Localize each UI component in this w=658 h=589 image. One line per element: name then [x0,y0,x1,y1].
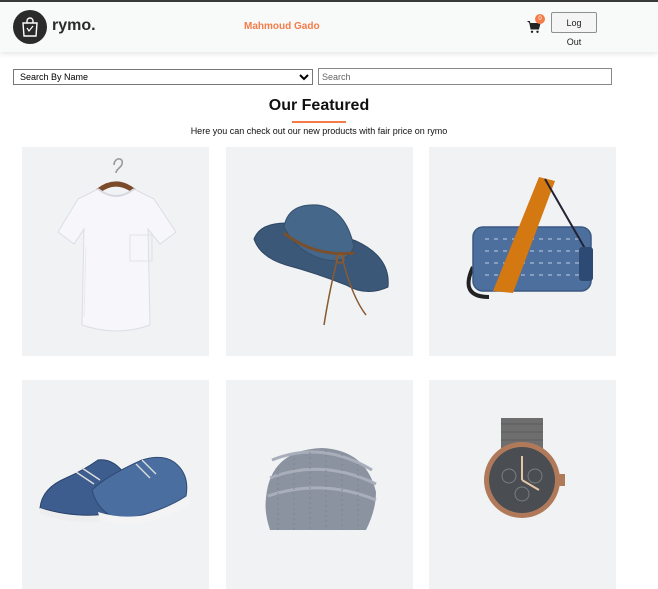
crossbody-bag-image [466,177,593,299]
grey-watch-image [484,418,565,518]
product-card-hat[interactable] [226,147,413,356]
user-name: Mahmoud Gado [244,21,320,32]
product-card-tshirt[interactable] [22,147,209,356]
grey-beanie-image [265,448,377,530]
white-tshirt-image [57,158,177,332]
product-card-bag[interactable] [429,147,616,356]
product-card-sneakers[interactable] [22,380,209,589]
featured-subtitle: Here you can check out our new products … [190,126,448,136]
navbar: rymo. Mahmoud Gado 0 Log Out [0,2,658,52]
logo[interactable] [13,10,47,44]
logout-button[interactable]: Log Out [551,12,597,47]
product-card-beanie[interactable] [226,380,413,589]
brand-name[interactable]: rymo. [52,17,96,35]
search-filter-select[interactable]: Search By Name [13,69,313,85]
title-underline [292,121,346,123]
blue-sneakers-image [39,456,190,525]
shopping-bag-icon [22,17,38,37]
cart-count-badge: 0 [535,14,545,24]
cowboy-hat-image [253,204,389,326]
search-input[interactable] [318,68,612,85]
product-card-watch[interactable] [429,380,616,589]
featured-title: Our Featured [268,97,370,114]
